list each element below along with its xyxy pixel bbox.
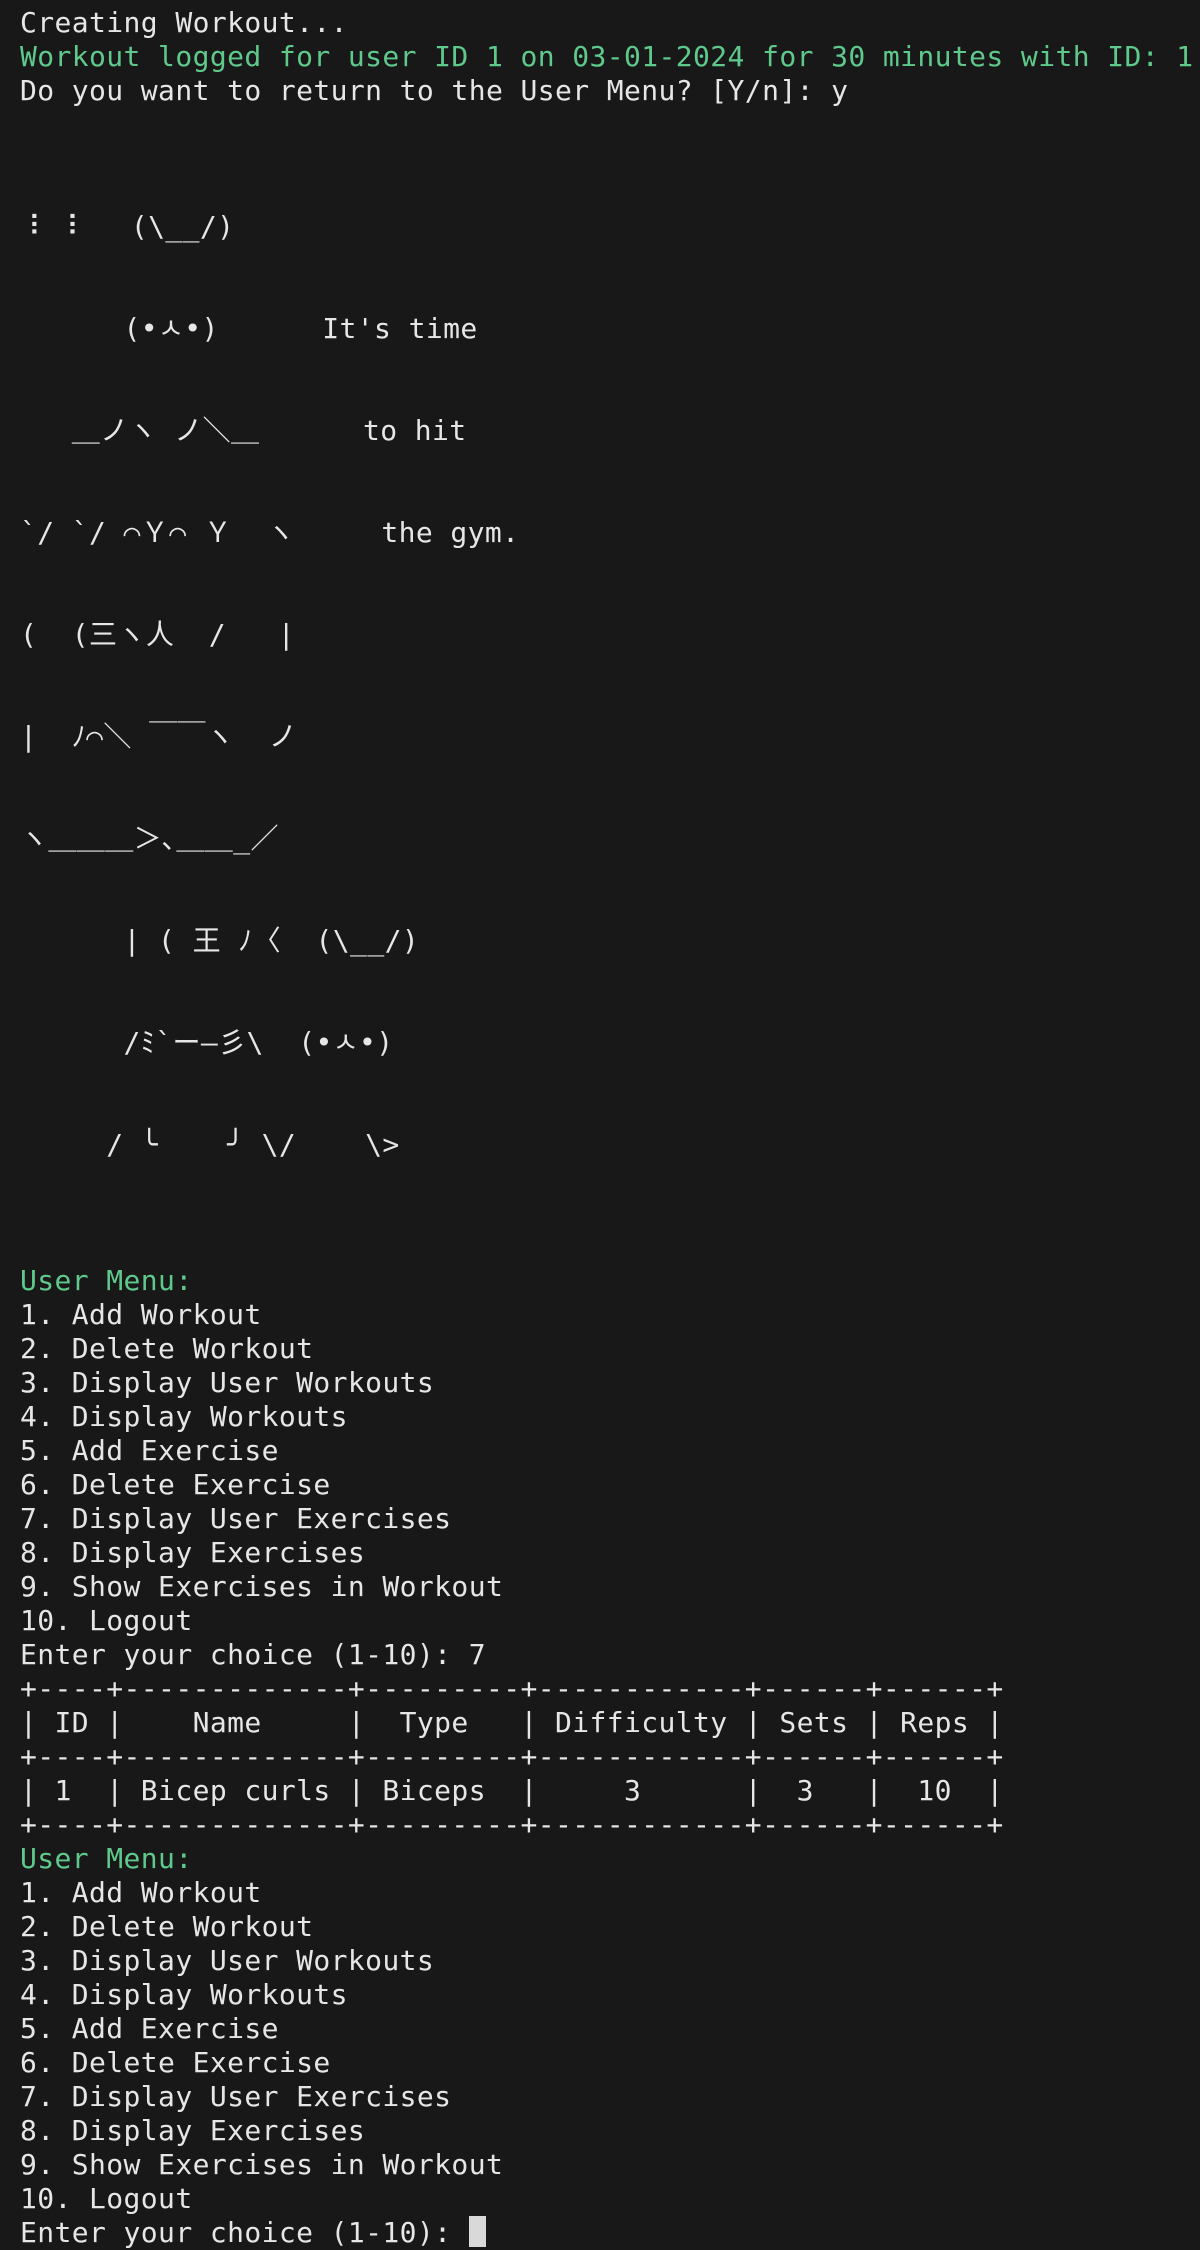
menu-item: 4. Display Workouts [20,1400,348,1433]
art-line: ＿ノヽ ノ＼＿ to hit [20,414,467,447]
menu-item: 1. Add Workout [20,1876,262,1909]
workout-logged-message: Workout logged for user ID 1 on 03-01-20… [20,40,1194,73]
menu-item: 8. Display Exercises [20,2114,366,2147]
menu-item: 7. Display User Exercises [20,1502,452,1535]
table-border: +----+-------------+---------+----------… [20,1808,1004,1841]
art-line: /ﾐ`ー―彡\ (•ㅅ•) [20,1026,394,1059]
menu-item: 6. Delete Exercise [20,2046,331,2079]
art-line: | ﾉ⌒＼ ￣￣ヽ ノ [20,720,298,753]
choice-input-line[interactable]: Enter your choice (1-10): [20,2216,1190,2250]
table-border: +----+-------------+---------+----------… [20,1740,1004,1773]
menu-item: 10. Logout [20,2182,193,2215]
user-menu-second: User Menu: 1. Add Workout 2. Delete Work… [20,1842,1190,2250]
menu-item: 6. Delete Exercise [20,1468,331,1501]
menu-item: 3. Display User Workouts [20,1944,435,1977]
menu-item: 8. Display Exercises [20,1536,366,1569]
menu-item: 2. Delete Workout [20,1332,314,1365]
choice-prompt: Enter your choice (1-10): 7 [20,1638,486,1671]
table-border: +----+-------------+---------+----------… [20,1672,1004,1705]
art-line: / ╰ ╯ \/ \> [20,1128,400,1161]
art-line: ヽ＿＿＿＞､＿＿_／ [20,822,279,855]
user-menu-first: User Menu: 1. Add Workout 2. Delete Work… [20,1264,1190,1672]
terminal-cursor[interactable] [468,2216,486,2247]
menu-item: 1. Add Workout [20,1298,262,1331]
menu-item: 3. Display User Workouts [20,1366,435,1399]
choice-prompt: Enter your choice (1-10): [20,2216,469,2249]
menu-item: 4. Display Workouts [20,1978,348,2011]
menu-item: 9. Show Exercises in Workout [20,1570,504,1603]
menu-item: 2. Delete Workout [20,1910,314,1943]
exercises-table: +----+-------------+---------+----------… [20,1672,1190,1842]
table-row: | 1 | Bicep curls | Biceps | 3 | 3 | 10 … [20,1774,1004,1807]
status-line: Creating Workout... [20,6,348,39]
menu-item: 9. Show Exercises in Workout [20,2148,504,2181]
terminal-output: Creating Workout... Workout logged for u… [20,6,1194,2250]
art-line: `/ `/ ⌒Ｙ⌒ Ｙ ヽ the gym. [20,516,520,549]
menu-item: 7. Display User Exercises [20,2080,452,2113]
menu-item: 5. Add Exercise [20,1434,279,1467]
table-header: | ID | Name | Type | Difficulty | Sets |… [20,1706,1004,1739]
menu-title: User Menu: [20,1264,193,1297]
menu-title: User Menu: [20,1842,193,1875]
gym-ascii-art: ⠸ ⠸ (\__/) (•ㅅ•) It's time ＿ノヽ ノ＼＿ to hi… [20,142,1190,1230]
art-line: ( (三ヽ人 / | [20,618,296,651]
art-line: ⠸ ⠸ (\__/) [20,210,235,243]
menu-item: 10. Logout [20,1604,193,1637]
menu-item: 5. Add Exercise [20,2012,279,2045]
art-line: (•ㅅ•) It's time [20,312,478,345]
return-prompt: Do you want to return to the User Menu? … [20,74,849,107]
art-line: | ( 王 ﾉ〈 (\__/) [20,924,420,957]
